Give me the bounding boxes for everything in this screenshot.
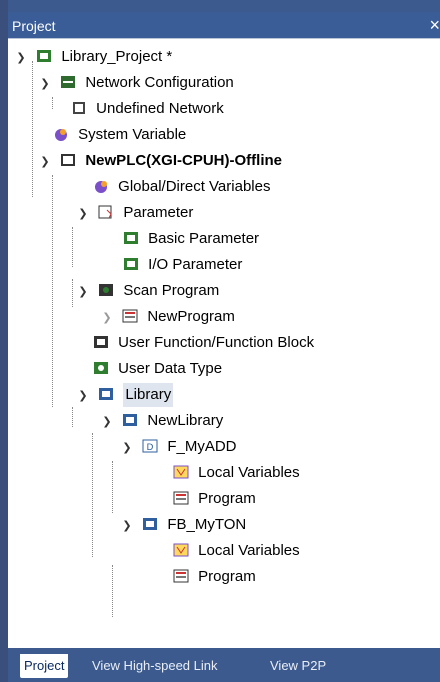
parameter-icon bbox=[97, 204, 115, 220]
panel-title: Project bbox=[12, 18, 56, 34]
tree-item-scan-program[interactable]: ❯ Scan Program bbox=[76, 279, 219, 303]
tree-item-library[interactable]: ❯ Library bbox=[76, 383, 174, 408]
undefined-network-icon bbox=[70, 100, 88, 116]
expand-chevron-icon[interactable]: ❯ bbox=[14, 46, 28, 70]
tab-view-p2p[interactable]: View P2P bbox=[270, 654, 326, 678]
tree-guide-line bbox=[72, 227, 73, 267]
tree-guide-line bbox=[92, 433, 93, 557]
expand-chevron-icon[interactable]: ❯ bbox=[120, 514, 134, 538]
project-panel: Project × ❯ Library_Project * ❯ Network … bbox=[8, 0, 440, 682]
expand-chevron-icon[interactable]: ❯ bbox=[76, 384, 90, 408]
tree-guide-line bbox=[72, 279, 73, 307]
tree-item-library-project[interactable]: ❯ Library_Project * bbox=[14, 45, 172, 69]
tree-item-newprogram[interactable]: ❯ NewProgram bbox=[100, 305, 234, 330]
global-variables-icon bbox=[92, 178, 110, 194]
system-variable-icon bbox=[52, 126, 70, 142]
plc-icon bbox=[59, 152, 77, 168]
local-variables-icon bbox=[172, 542, 190, 558]
tree-item-f-myadd[interactable]: ❯ D F_MyADD bbox=[120, 435, 236, 460]
panel-tabs: Project View High-speed Link View P2P bbox=[8, 648, 440, 682]
function-block-icon bbox=[141, 516, 159, 532]
expand-chevron-icon[interactable]: ❯ bbox=[38, 150, 52, 174]
network-config-icon bbox=[59, 74, 77, 90]
program-icon bbox=[121, 308, 139, 324]
tree-item-fb-myton[interactable]: ❯ FB_MyTON bbox=[120, 513, 246, 537]
tree-item-io-parameter[interactable]: I/O Parameter bbox=[122, 253, 242, 277]
expand-chevron-icon[interactable]: ❯ bbox=[100, 410, 114, 434]
svg-text:D: D bbox=[147, 443, 154, 453]
tab-project[interactable]: Project bbox=[20, 654, 69, 678]
expand-chevron-icon[interactable]: ❯ bbox=[120, 436, 134, 460]
expand-chevron-icon[interactable]: ❯ bbox=[76, 202, 90, 226]
tree-item-basic-parameter[interactable]: Basic Parameter bbox=[122, 227, 259, 251]
scan-program-icon bbox=[97, 282, 115, 298]
tree-guide-line bbox=[112, 461, 113, 513]
tree-guide-line bbox=[32, 61, 33, 197]
tree-item-local-variables-fbton[interactable]: Local Variables bbox=[172, 539, 300, 563]
tree-item-newlibrary[interactable]: ❯ NewLibrary bbox=[100, 409, 223, 433]
collapsed-chevron-icon[interactable]: ❯ bbox=[100, 306, 114, 330]
tree-guide-line bbox=[52, 97, 53, 109]
program-icon bbox=[172, 568, 190, 584]
tree-item-plc[interactable]: ❯ NewPLC(XGI-CPUH)-Offline bbox=[38, 149, 282, 173]
tree-item-user-function-block[interactable]: User Function/Function Block bbox=[92, 331, 314, 355]
basic-parameter-icon bbox=[122, 230, 140, 246]
library-item-icon bbox=[121, 412, 139, 428]
tree-item-user-data-type[interactable]: User Data Type bbox=[92, 357, 222, 381]
panel-titlebar: Project × bbox=[8, 12, 440, 38]
user-data-type-icon bbox=[92, 360, 110, 376]
user-function-icon bbox=[92, 334, 110, 350]
expand-chevron-icon[interactable]: ❯ bbox=[38, 72, 52, 96]
project-tree: ❯ Library_Project * ❯ Network Configurat… bbox=[8, 38, 440, 649]
tree-item-network-configuration[interactable]: ❯ Network Configuration bbox=[38, 71, 233, 96]
tree-item-system-variable[interactable]: System Variable bbox=[52, 123, 186, 147]
local-variables-icon bbox=[172, 464, 190, 480]
library-icon bbox=[97, 386, 115, 402]
project-icon bbox=[35, 48, 53, 64]
tree-guide-line bbox=[112, 565, 113, 617]
tree-item-parameter[interactable]: ❯ Parameter bbox=[76, 201, 193, 225]
tree-guide-line bbox=[72, 407, 73, 427]
tree-item-program-fbton[interactable]: Program bbox=[172, 565, 256, 589]
tree-item-global-direct-variables[interactable]: Global/Direct Variables bbox=[92, 175, 270, 199]
tab-view-high-speed-link[interactable]: View High-speed Link bbox=[92, 654, 218, 678]
function-icon: D bbox=[141, 438, 159, 454]
tree-item-program-fadd[interactable]: Program bbox=[172, 487, 256, 511]
tree-guide-line bbox=[52, 175, 53, 407]
expand-chevron-icon[interactable]: ❯ bbox=[76, 280, 90, 304]
program-icon bbox=[172, 490, 190, 506]
io-parameter-icon bbox=[122, 256, 140, 272]
close-icon[interactable]: × bbox=[429, 15, 440, 36]
tree-item-local-variables-fadd[interactable]: Local Variables bbox=[172, 461, 300, 485]
tree-item-undefined-network[interactable]: Undefined Network bbox=[70, 97, 224, 121]
